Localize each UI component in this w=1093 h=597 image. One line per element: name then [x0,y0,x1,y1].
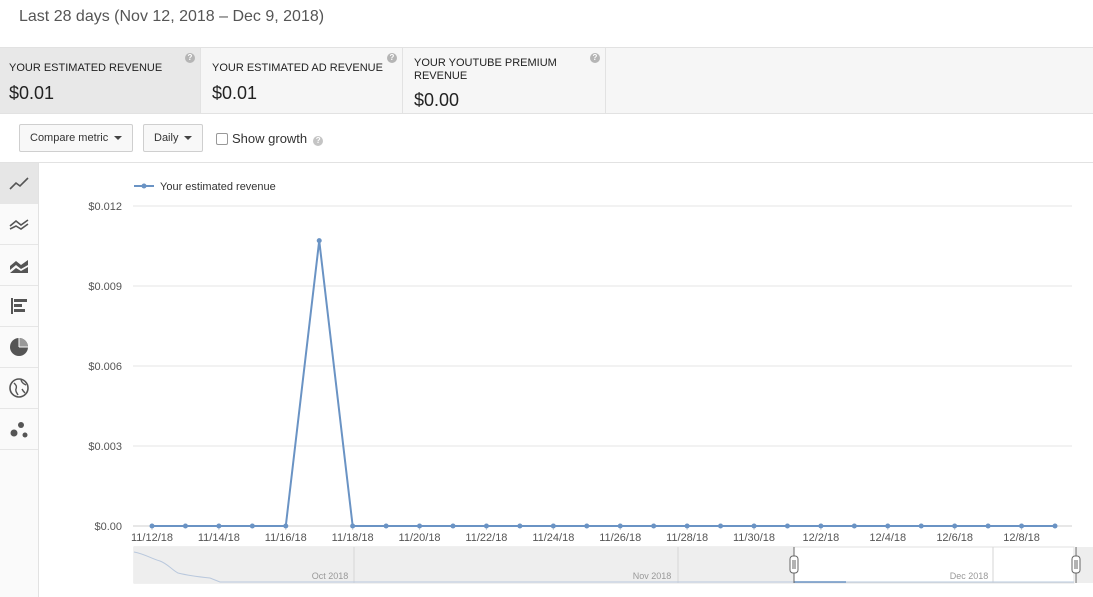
interval-dropdown[interactable]: Daily [143,124,204,152]
line-chart-icon [9,177,29,190]
navigator-month-label: Oct 2018 [312,571,349,581]
y-tick-label: $0.009 [88,281,122,293]
legend-swatch-dot [141,183,147,189]
x-tick-label: 11/24/18 [532,532,574,544]
series-line [152,240,1055,527]
data-point [550,523,556,529]
caret-down-icon [184,136,193,141]
chart-type-sidebar [0,163,39,597]
chart-toolbar: Compare metric Daily Show growth? [0,114,1093,163]
data-point [350,523,356,529]
chart-type-line[interactable] [0,163,38,204]
help-icon[interactable]: ? [590,53,600,63]
metric-value: $0.01 [212,83,258,103]
chart-type-map[interactable] [0,368,38,409]
data-point [1019,523,1025,529]
chart-panel: $0.00 $0.003 $0.006 $0.009 $0.012 11/12/18 11/… [40,164,1093,597]
data-point [417,523,423,529]
y-tick-label: $0.00 [94,521,122,533]
help-icon[interactable]: ? [313,136,324,146]
data-point [885,523,891,529]
y-tick-label: $0.003 [88,441,122,453]
data-point [383,523,389,529]
data-point [1052,523,1058,529]
x-tick-label: 11/22/18 [465,532,507,544]
bubble-chart-icon [10,422,28,438]
data-point [316,238,322,244]
x-tick-label: 11/26/18 [599,532,641,544]
data-point [651,523,657,529]
y-tick-label: $0.012 [88,201,122,213]
data-point [216,523,222,529]
x-tick-label: 12/2/18 [803,532,840,544]
navigator-month-label: Nov 2018 [633,571,672,581]
metric-card-premium-revenue[interactable]: YOUR YOUTUBE PREMIUM REVENUE $0.00 ? [403,48,606,113]
globe-icon [9,378,29,398]
chart-type-bar[interactable] [0,286,38,327]
data-point [149,523,155,529]
metric-title: YOUR ESTIMATED AD REVENUE [212,62,383,74]
navigator-month-label: Dec 2018 [950,571,989,581]
metric-title: YOUR YOUTUBE PREMIUM REVENUE [414,57,557,82]
compare-metric-dropdown[interactable]: Compare metric [19,124,134,152]
data-point [182,523,188,529]
metric-card-estimated-revenue[interactable]: YOUR ESTIMATED REVENUE $0.01 ? [0,48,201,113]
help-icon[interactable]: ? [185,53,195,63]
x-tick-label: 12/8/18 [1003,532,1040,544]
bar-chart-icon [11,298,27,314]
x-tick-label: 12/4/18 [869,532,906,544]
y-tick-label: $0.006 [88,361,122,373]
data-point [684,523,690,529]
show-growth-toggle[interactable]: Show growth? [216,131,324,146]
revenue-line-chart: $0.00 $0.003 $0.006 $0.009 $0.012 11/12/18 11/… [88,181,1093,584]
data-point [985,523,991,529]
metric-card-ad-revenue[interactable]: YOUR ESTIMATED AD REVENUE $0.01 ? [201,48,403,113]
navigator-unselected-range [134,547,794,583]
show-growth-label: Show growth [232,131,308,146]
metric-value: $0.01 [9,83,55,103]
data-point [283,523,289,529]
caret-down-icon [114,136,123,141]
x-tick-label: 12/6/18 [936,532,973,544]
data-point [718,523,724,529]
chart-type-stacked-area[interactable] [0,245,38,286]
data-point [517,523,523,529]
x-tick-label: 11/20/18 [399,532,441,544]
help-icon[interactable]: ? [387,53,397,63]
stacked-area-chart-icon [10,260,28,273]
data-point [952,523,958,529]
x-tick-label: 11/30/18 [733,532,775,544]
data-point [450,523,456,529]
metric-cards-bar: YOUR ESTIMATED REVENUE $0.01 ? YOUR ESTI… [0,47,1093,114]
navigator-handle[interactable] [1071,555,1081,574]
chart-type-pie[interactable] [0,327,38,368]
data-point [784,523,790,529]
compare-metric-label: Compare metric [30,132,109,144]
data-point [818,523,824,529]
data-point [851,523,857,529]
show-growth-checkbox[interactable] [216,133,228,145]
x-tick-label: 11/16/18 [265,532,307,544]
multi-line-chart-icon [9,219,29,230]
data-point [918,523,924,529]
data-point [249,523,255,529]
data-point [617,523,623,529]
x-tick-label: 11/18/18 [332,532,374,544]
x-tick-label: 11/12/18 [131,532,173,544]
data-point [751,523,757,529]
data-point [584,523,590,529]
chart-type-multi-line[interactable] [0,204,38,245]
x-tick-label: 11/28/18 [666,532,708,544]
legend-label: Your estimated revenue [160,181,276,193]
metric-value: $0.00 [414,90,460,110]
navigator-handle[interactable] [789,555,799,574]
x-tick-label: 11/14/18 [198,532,240,544]
chart-type-bubble[interactable] [0,409,38,450]
pie-chart-icon [10,338,28,356]
interval-label: Daily [154,132,179,144]
data-point [483,523,489,529]
metric-title: YOUR ESTIMATED REVENUE [9,62,163,74]
date-range-title: Last 28 days (Nov 12, 2018 – Dec 9, 2018… [19,8,325,25]
